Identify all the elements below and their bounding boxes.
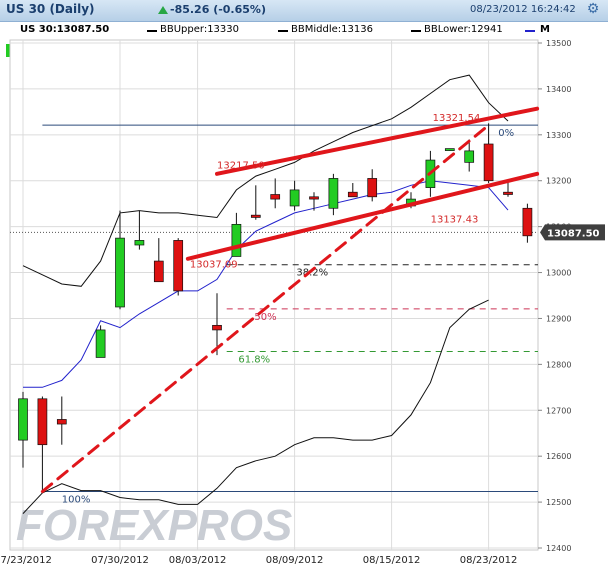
candle-body [153, 260, 164, 283]
x-tick-label: 08/15/2012 [363, 555, 421, 566]
x-tick-label: 08/03/2012 [169, 555, 227, 566]
candle-body [250, 214, 261, 218]
candle-body [212, 324, 222, 331]
candle-body [37, 398, 48, 446]
y-tick-label: 12500 [546, 498, 571, 507]
candle-body [464, 150, 475, 163]
y-tick-label: 13500 [546, 39, 571, 48]
candle-body [309, 196, 319, 200]
x-tick-label: 08/23/2012 [460, 555, 518, 566]
candle-body [483, 143, 494, 182]
price-label: 13217.50 [217, 161, 265, 172]
candle-body [134, 240, 145, 246]
x-tick-label: 07/23/2012 [0, 555, 52, 566]
y-axis: 1350013400133001320013100130001290012800… [538, 39, 571, 553]
x-axis: 07/23/2012 07/30/2012 08/03/2012 08/09/2012… [0, 555, 517, 566]
y-tick-label: 12900 [546, 314, 571, 323]
candle-body [56, 419, 67, 425]
y-tick-label: 13200 [546, 177, 571, 186]
price-label: 13137.43 [431, 214, 479, 225]
x-tick-label: 07/30/2012 [91, 555, 149, 566]
fib-level-label: 0% [498, 128, 514, 139]
last-price-box: 13087.50 [540, 224, 605, 241]
candle-body [367, 178, 378, 198]
candle-body [95, 329, 106, 358]
candlestick-chart[interactable]: FOREXPROS 0%38.2%50%61.8%100% 13217.5013… [0, 0, 608, 571]
last-price-label: 13087.50 [547, 228, 600, 239]
candle-body [173, 240, 184, 292]
x-tick-label: 08/09/2012 [266, 555, 324, 566]
watermark: FOREXPROS [16, 501, 292, 550]
y-tick-label: 12400 [546, 544, 571, 553]
candle-body [270, 194, 281, 200]
candle-body [347, 191, 358, 198]
price-label: 13321.54 [433, 113, 481, 124]
y-tick-label: 12700 [546, 406, 571, 415]
candle-body [444, 148, 455, 151]
fib-level-label: 61.8% [238, 355, 270, 366]
candle-body [503, 191, 513, 195]
y-tick-label: 12600 [546, 452, 571, 461]
y-tick-label: 13400 [546, 85, 571, 94]
price-label: 13037.09 [190, 260, 238, 271]
candle-body [115, 237, 125, 308]
candle-body [328, 178, 339, 209]
candle-body [522, 207, 533, 237]
candle-body [231, 223, 242, 257]
y-tick-label: 13300 [546, 131, 571, 140]
candle-body [18, 398, 28, 441]
y-tick-label: 12800 [546, 360, 571, 369]
fib-level-label: 100% [62, 495, 91, 506]
y-tick-label: 13000 [546, 269, 571, 278]
candle-body [289, 189, 300, 207]
chart-widget: US 30 (Daily) -85.26 (-0.65%) 08/23/2012… [0, 0, 608, 571]
